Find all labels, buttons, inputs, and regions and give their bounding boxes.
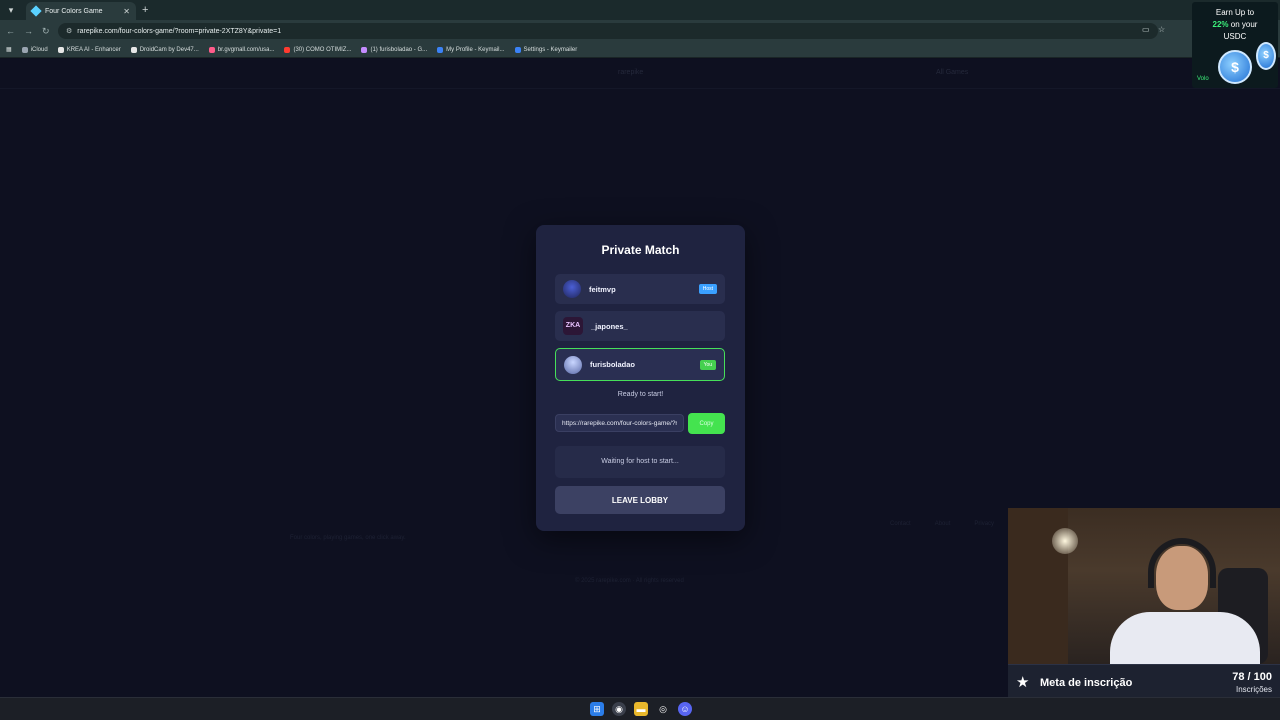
ad-percent: 22% [1212,20,1229,29]
star-icon: ★ [1016,674,1030,691]
site-header: rarepike All Games [0,59,1280,89]
player-row: feitmvp Host [555,274,725,304]
back-arrow-icon[interactable]: ← [6,24,15,38]
goal-label: Meta de inscrição [1040,677,1133,689]
taskbar: ⊞ ◉ ▬ ◎ ☺ [0,697,1280,720]
windows-start-icon[interactable]: ⊞ [590,702,604,716]
bookmark-label: My Profile - Keymail... [446,46,505,53]
new-tab-button[interactable]: + [142,3,148,17]
bookmark-label: KREA AI - Enhancer [66,46,121,53]
browser-toolbar: ← → ↻ ⚙ rarepike.com/four-colors-game/?r… [0,20,1280,42]
player-row-self: furisboladao You [555,348,725,381]
avatar [563,280,581,298]
ad-line-2-text: on your [1230,20,1258,29]
usdc-coin-icon: $ [1218,50,1252,84]
avatar: ZKA [563,317,583,335]
site-favicon-icon [30,5,42,17]
goal-unit: Inscrições [1235,685,1272,694]
bookmark-item[interactable]: br.gvgmall.com/usa... [208,46,275,53]
bookmark-item[interactable]: (30) COMO OTIMIZ... [284,46,352,53]
tab-four-colors-game[interactable]: Four Colors Game ✕ [26,2,136,20]
bookmarks-bar: ▦ iCloud KREA AI - Enhancer DroidCam by … [0,42,1280,58]
private-match-modal: Private Match feitmvp Host ZKA _japones_… [536,225,745,531]
discord-icon[interactable]: ☺ [678,702,692,716]
bookmark-favicon-icon [21,46,28,53]
bookmark-label: iCloud [30,46,48,53]
invite-link-input[interactable] [555,414,684,432]
bookmark-favicon-icon [130,46,137,53]
bookmark-favicon-icon [208,46,215,53]
ad-line-2: 22% on your [1192,19,1278,31]
bookmark-favicon-icon [57,46,64,53]
bookmark-label: Settings - Keymailer [523,46,578,53]
ad-brand: Volo [1197,76,1209,82]
tab-close-icon[interactable]: ✕ [123,7,130,16]
obs-icon[interactable]: ◎ [656,702,670,716]
avatar [564,355,582,374]
footer-links: Contact About Privacy [890,521,994,527]
bookmark-item[interactable]: KREA AI - Enhancer [57,46,121,53]
reload-icon[interactable]: ↻ [42,24,50,38]
subscriber-goal-widget: ★ Meta de inscrição 78 / 100 Inscrições [1008,664,1280,697]
advertisement[interactable]: Earn Up to 22% on your USDC $ $ Volo [1192,2,1278,88]
footer-link-contact[interactable]: Contact [890,521,911,527]
bookmark-label: (1) furisboladao - G... [370,46,428,53]
footer-link-privacy[interactable]: Privacy [974,521,994,527]
usdc-coin-icon: $ [1256,42,1276,70]
forward-arrow-icon[interactable]: → [24,24,33,38]
ready-status: Ready to start! [617,391,664,398]
bookmark-label: DroidCam by Dev47... [139,46,199,53]
site-info-icon[interactable]: ⚙ [66,27,72,35]
waiting-message: Waiting for host to start... [555,446,725,478]
footer-copyright: © 2025 rarepike.com · All rights reserve… [575,578,684,584]
bookmark-item[interactable]: Settings - Keymailer [514,46,578,53]
bookmark-item[interactable]: (1) furisboladao - G... [361,46,428,53]
leave-lobby-button[interactable]: LEAVE LOBBY [555,486,725,514]
modal-title: Private Match [601,243,680,257]
bookmark-favicon-icon [437,46,444,53]
bookmark-favicon-icon [361,46,368,53]
webcam-person-body [1110,612,1260,664]
player-name: furisboladao [590,360,636,369]
site-logo[interactable]: rarepike [618,69,643,76]
address-bar[interactable]: ⚙ rarepike.com/four-colors-game/?room=pr… [58,23,1158,39]
footer-tagline: Four colors, playing games, one click aw… [290,535,406,541]
footer-link-about[interactable]: About [935,521,951,527]
bookmark-item[interactable]: DroidCam by Dev47... [130,46,199,53]
cast-icon[interactable]: ▭ [1142,25,1150,34]
headset-icon [1148,538,1216,588]
tab-search-icon[interactable]: ▾ [4,3,18,17]
bookmark-star-icon[interactable]: ☆ [1158,25,1165,34]
ad-headline: Earn Up to 22% on your USDC [1192,7,1278,43]
webcam-light [1052,528,1078,554]
player-name: _japones_ [591,321,628,331]
host-badge: Host [698,284,717,294]
tab-title: Four Colors Game [45,7,103,15]
webcam-overlay [1008,508,1280,664]
bookmark-label: br.gvgmall.com/usa... [217,46,275,53]
you-badge: You [699,359,716,370]
bookmark-favicon-icon [284,46,291,53]
apps-grid-icon[interactable]: ▦ [6,46,12,53]
bookmark-item[interactable]: My Profile - Keymail... [437,46,505,53]
address-bar-url: rarepike.com/four-colors-game/?room=priv… [77,27,282,35]
browser-tab-bar: ▾ Four Colors Game ✕ + [0,0,1280,20]
ad-line-1: Earn Up to [1215,8,1255,17]
bookmark-label: (30) COMO OTIMIZ... [293,46,352,53]
bookmark-item[interactable]: iCloud [21,46,48,53]
all-games-link[interactable]: All Games [936,69,968,76]
bookmark-favicon-icon [514,46,521,53]
chrome-icon[interactable]: ◉ [612,702,626,716]
copy-button[interactable]: Copy [688,413,725,434]
player-name: feitmvp [589,284,616,294]
goal-count: 78 / 100 [1232,671,1272,683]
player-row: ZKA _japones_ [555,311,725,341]
file-explorer-icon[interactable]: ▬ [634,702,648,716]
